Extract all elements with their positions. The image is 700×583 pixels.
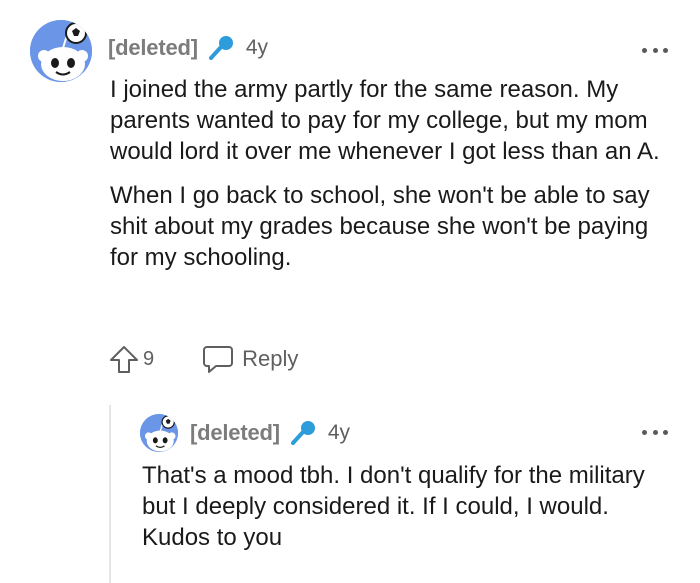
comment-thread: [deleted] 4y I joined the army partly fo… <box>0 0 700 583</box>
comment-meta: [deleted] 4y <box>108 33 268 63</box>
snoo-avatar-icon[interactable] <box>140 414 178 452</box>
comment-body: I joined the army partly for the same re… <box>110 74 680 273</box>
thread-line[interactable] <box>109 405 111 583</box>
author-name[interactable]: [deleted] <box>190 420 280 446</box>
more-options-icon[interactable] <box>642 45 668 55</box>
comment-actions: 9 Reply <box>108 342 298 376</box>
reply-meta: [deleted] 4y <box>190 418 350 448</box>
reply-age: 4y <box>327 421 351 444</box>
comment-paragraph: When I go back to school, she won't be a… <box>110 182 650 271</box>
upvote-button[interactable]: 9 <box>108 343 154 375</box>
reply-paragraph: That's a mood tbh. I don't qualify for t… <box>142 462 645 551</box>
vote-count: 9 <box>143 347 155 370</box>
microphone-icon <box>208 35 234 61</box>
snoo-avatar-icon[interactable] <box>30 20 92 82</box>
author-name[interactable]: [deleted] <box>108 35 198 61</box>
microphone-icon <box>290 420 316 446</box>
comment-age: 4y <box>245 36 269 59</box>
more-options-icon[interactable] <box>642 427 668 437</box>
upvote-arrow-icon <box>110 346 138 373</box>
reply-label: Reply <box>242 346 299 371</box>
reply-body: That's a mood tbh. I don't qualify for t… <box>142 460 672 553</box>
reply-button[interactable]: Reply <box>202 344 298 374</box>
comment-paragraph: I joined the army partly for the same re… <box>110 76 660 165</box>
reply-bubble-icon <box>203 346 234 373</box>
